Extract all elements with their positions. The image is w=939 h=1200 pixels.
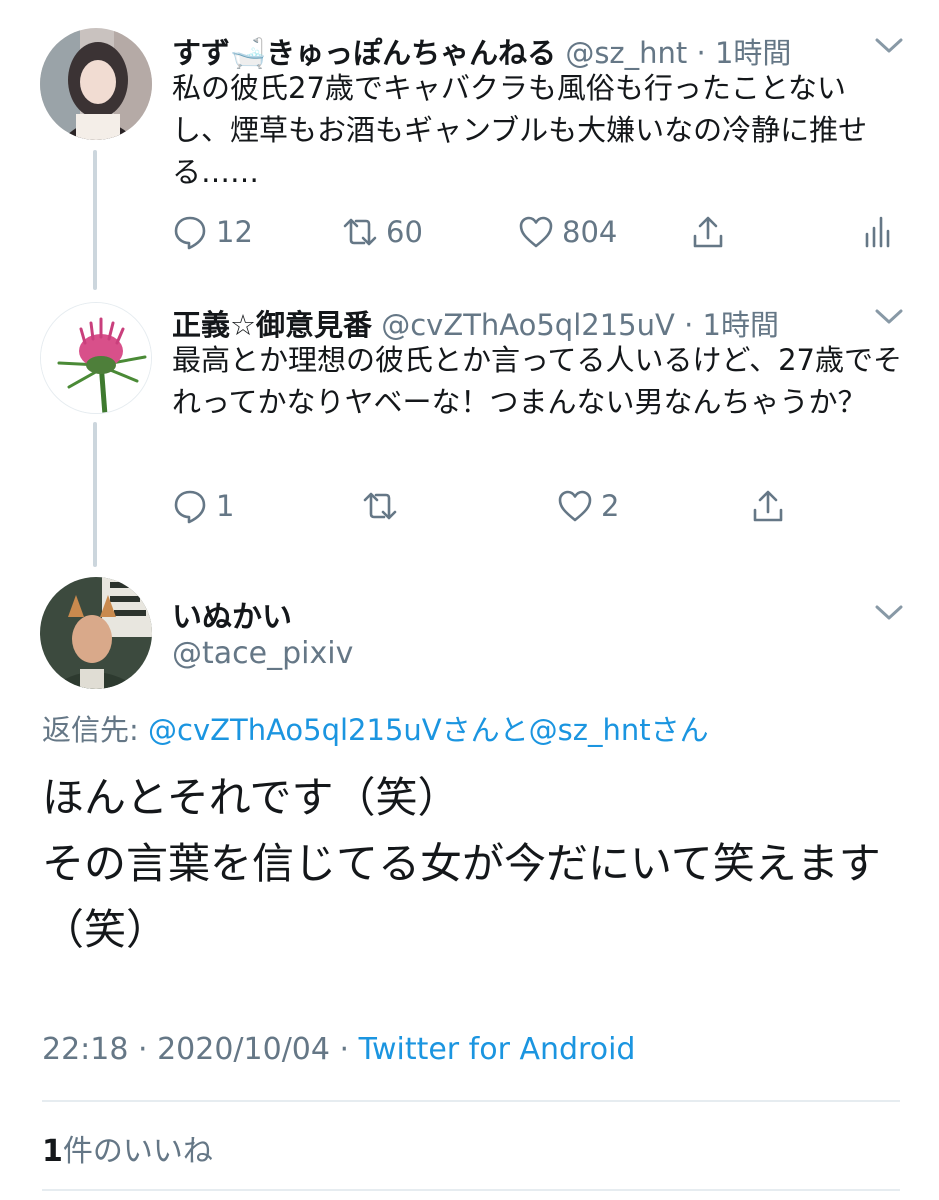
like-count: 804 — [562, 215, 618, 249]
reply-button[interactable]: 12 — [172, 212, 253, 252]
share-icon — [693, 216, 723, 248]
avatar[interactable] — [40, 577, 152, 689]
tweet-actions: 1 2 — [172, 486, 812, 526]
tweet-text: 最高とか理想の彼氏とか言ってる人いるけど、27歳でそれってかなりヤベーな！つまん… — [172, 343, 903, 419]
source-link[interactable]: Twitter for Android — [359, 1032, 636, 1067]
display-name[interactable]: すず🛁きゅっぽんちゃんねる — [172, 36, 556, 70]
user-handle[interactable]: @sz_hnt — [565, 36, 687, 70]
divider — [42, 1100, 900, 1102]
like-button[interactable]: 2 — [557, 486, 619, 526]
thread-line — [93, 422, 97, 567]
tweet-meta: 22:18 · 2020/10/04 · Twitter for Android — [42, 1032, 635, 1067]
main-tweet-line: その言葉を信じてる女が今だにいて笑えます（笑） — [42, 839, 881, 954]
analytics-icon — [865, 216, 890, 248]
heart-icon — [558, 490, 592, 522]
tweet-datetime[interactable]: 22:18 · 2020/10/04 · — [42, 1032, 359, 1067]
retweet-button[interactable]: 60 — [342, 212, 423, 252]
timestamp[interactable]: · 1時間 — [697, 36, 792, 70]
display-name[interactable]: 正義☆御意見番 — [172, 308, 372, 342]
reply-count: 1 — [216, 489, 235, 523]
retweet-icon — [343, 218, 377, 246]
reply-count: 12 — [216, 215, 253, 249]
avatar-photo-icon — [40, 577, 152, 689]
reply-prefix: 返信先: — [42, 713, 148, 747]
retweet-button[interactable] — [362, 486, 406, 526]
likes-count: 1 — [42, 1134, 63, 1169]
like-button[interactable]: 804 — [518, 212, 617, 252]
share-icon — [753, 490, 783, 522]
chevron-down-icon[interactable] — [874, 307, 904, 327]
reply-context: 返信先: @cvZThAo5ql215uVさんと@sz_hntさん — [42, 707, 709, 749]
share-button[interactable] — [690, 212, 726, 252]
thistle-flower-icon — [41, 303, 151, 413]
heart-icon — [519, 216, 553, 248]
tweet-header: 正義☆御意見番 @cvZThAo5ql215uV · 1時間 — [172, 302, 779, 344]
reply-icon — [174, 216, 206, 250]
main-tweet-text: ほんとそれです（笑） その言葉を信じてる女が今だにいて笑えます（笑） — [42, 765, 912, 963]
avatar[interactable] — [40, 302, 152, 414]
chevron-down-icon[interactable] — [874, 36, 904, 56]
like-count: 2 — [601, 489, 620, 523]
thread-line — [93, 150, 97, 290]
reply-mentions-link[interactable]: @cvZThAo5ql215uVさんと@sz_hntさん — [148, 713, 709, 747]
user-handle[interactable]: @tace_pixiv — [172, 636, 353, 671]
likes-label: 件のいいね — [62, 1134, 213, 1169]
retweet-count: 60 — [386, 215, 423, 249]
reply-icon — [174, 490, 206, 524]
tweet-header: すず🛁きゅっぽんちゃんねる @sz_hnt · 1時間 — [172, 30, 791, 72]
reply-button[interactable]: 1 — [172, 486, 234, 526]
analytics-button[interactable] — [860, 212, 896, 252]
share-button[interactable] — [750, 486, 786, 526]
chevron-down-icon[interactable] — [874, 603, 904, 623]
tweet-text: 私の彼氏27歳でキャバクラも風俗も行ったことないし、煙草もお酒もギャンブルも大嫌… — [172, 71, 868, 189]
user-handle[interactable]: @cvZThAo5ql215uV — [381, 308, 675, 342]
tweet-actions: 12 60 804 — [172, 212, 902, 252]
retweet-icon — [363, 492, 397, 520]
divider — [42, 1189, 900, 1191]
likes-summary[interactable]: 1件のいいね — [42, 1126, 213, 1170]
display-name[interactable]: いぬかい — [172, 592, 292, 636]
timestamp[interactable]: · 1時間 — [684, 308, 779, 342]
main-tweet-line: ほんとそれです（笑） — [42, 773, 460, 822]
avatar-photo-icon — [40, 28, 152, 140]
avatar[interactable] — [40, 28, 152, 140]
